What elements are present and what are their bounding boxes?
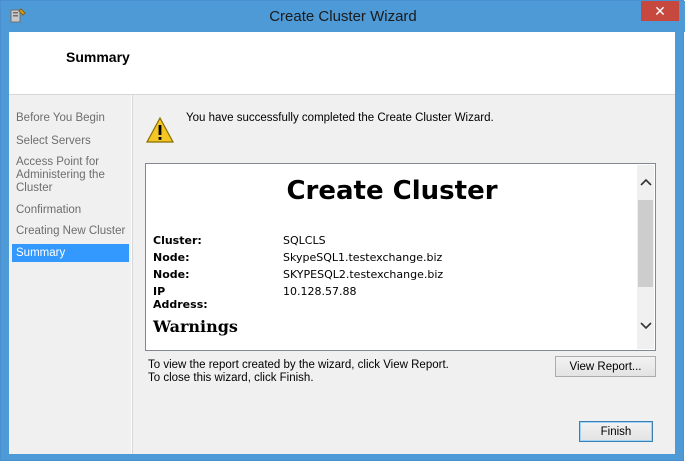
close-icon: ✕ xyxy=(654,2,666,19)
chevron-up-icon xyxy=(639,178,652,186)
nav-item-confirmation[interactable]: Confirmation xyxy=(12,204,129,217)
hint-finish: To close this wizard, click Finish. xyxy=(148,372,314,384)
chevron-down-icon xyxy=(639,322,652,330)
report-row-value: SKYPESQL2.testexchange.biz xyxy=(283,268,444,281)
warnings-heading: Warnings xyxy=(153,317,238,336)
close-button[interactable]: ✕ xyxy=(641,1,679,21)
success-message: You have successfully completed the Crea… xyxy=(186,112,494,124)
hint-view-report: To view the report created by the wizard… xyxy=(148,359,449,371)
report-content: Create Cluster Cluster: SQLCLS Node: Sky… xyxy=(148,166,636,348)
page-title: Summary xyxy=(66,49,130,65)
report-heading: Create Cluster xyxy=(286,176,498,206)
wizard-header: Summary xyxy=(9,32,675,95)
scroll-down-button[interactable] xyxy=(637,319,654,335)
window-title: Create Cluster Wizard xyxy=(269,8,417,25)
warning-icon xyxy=(145,116,175,143)
title-bar[interactable]: Create Cluster Wizard ✕ xyxy=(1,1,685,32)
report-scrollbar[interactable] xyxy=(637,165,654,349)
report-row-key: Node: xyxy=(153,268,190,281)
report-row-value: SQLCLS xyxy=(283,234,326,247)
report-row-value: SkypeSQL1.testexchange.biz xyxy=(283,251,443,264)
wizard-window: Create Cluster Wizard ✕ Summary Before Y… xyxy=(0,0,685,461)
scroll-up-button[interactable] xyxy=(637,175,654,191)
report-row-value: 10.128.57.88 xyxy=(283,285,357,298)
finish-button[interactable]: Finish xyxy=(579,421,653,442)
nav-item-before-you-begin[interactable]: Before You Begin xyxy=(12,112,129,125)
wizard-steps-nav: Before You Begin Select Servers Access P… xyxy=(9,95,131,454)
report-row-key: Node: xyxy=(153,251,190,264)
wizard-client-area: Summary Before You Begin Select Servers … xyxy=(9,32,675,454)
panel-divider xyxy=(132,95,133,454)
report-viewer[interactable]: Create Cluster Cluster: SQLCLS Node: Sky… xyxy=(145,163,656,351)
wizard-main-panel: You have successfully completed the Crea… xyxy=(132,95,675,454)
nav-item-select-servers[interactable]: Select Servers xyxy=(12,135,129,148)
scroll-thumb[interactable] xyxy=(638,200,653,287)
nav-item-creating-new-cluster[interactable]: Creating New Cluster xyxy=(12,225,129,238)
nav-item-access-point[interactable]: Access Point for Administering the Clust… xyxy=(12,156,112,195)
report-row-key: Cluster: xyxy=(153,234,202,247)
report-row-key: IP Address: xyxy=(153,285,208,311)
nav-item-summary[interactable]: Summary xyxy=(12,244,129,262)
view-report-button[interactable]: View Report... xyxy=(555,356,656,377)
